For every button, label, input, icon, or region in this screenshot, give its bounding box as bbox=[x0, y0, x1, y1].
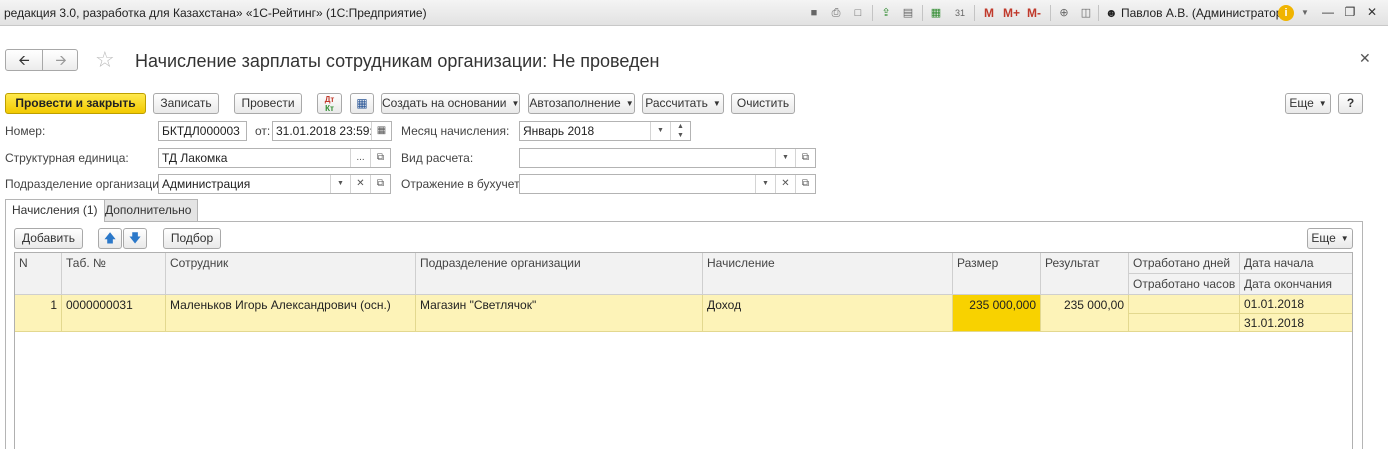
tab-additional[interactable]: Дополнительно bbox=[98, 199, 199, 221]
table-row-accrual[interactable]: Доход bbox=[703, 295, 953, 332]
table-row-department[interactable]: Магазин "Светлячок" bbox=[416, 295, 703, 332]
move-down-icon[interactable]: 🡇 bbox=[123, 228, 147, 249]
memory-subtract-button[interactable]: M- bbox=[1027, 5, 1041, 21]
current-user[interactable]: ☻ Павлов А.В. (Администратор) bbox=[1105, 6, 1286, 20]
info-icon[interactable]: i bbox=[1278, 5, 1294, 21]
number-field[interactable]: БКТДЛ000003 bbox=[158, 121, 247, 141]
structure-icon[interactable]: ▦ bbox=[350, 93, 374, 114]
calendar-icon[interactable]: ▦ bbox=[371, 122, 391, 140]
table-row-tab-no[interactable]: 0000000031 bbox=[62, 295, 166, 332]
upload-icon[interactable]: ⇪ bbox=[878, 5, 894, 21]
navigation-buttons: 🡨 🡪 bbox=[5, 49, 78, 71]
column-header-n[interactable]: N bbox=[15, 253, 62, 295]
more-button[interactable]: Еще ▼ bbox=[1285, 93, 1331, 114]
post-and-close-button[interactable]: Провести и закрыть bbox=[5, 93, 146, 114]
calc-type-field[interactable]: ▼ ⧉ bbox=[519, 148, 816, 168]
preview-icon[interactable]: □ bbox=[850, 5, 866, 21]
add-row-button[interactable]: Добавить bbox=[14, 228, 83, 249]
chevron-down-icon[interactable]: ▼ bbox=[775, 149, 795, 167]
date-label: от: bbox=[255, 124, 271, 138]
window-titlebar: редакция 3.0, разработка для Казахстана»… bbox=[0, 0, 1388, 26]
column-header-department[interactable]: Подразделение организации bbox=[416, 253, 703, 295]
month-label: Месяц начисления: bbox=[401, 124, 510, 138]
table-row-n[interactable]: 1 bbox=[15, 295, 62, 332]
close-window-icon[interactable]: ✕ bbox=[1364, 4, 1380, 20]
column-header-end-date[interactable]: Дата окончания bbox=[1240, 274, 1352, 295]
page-title: Начисление зарплаты сотрудникам организа… bbox=[135, 51, 660, 71]
favorite-star-icon[interactable]: ☆ bbox=[95, 48, 115, 72]
column-header-size[interactable]: Размер bbox=[953, 253, 1041, 295]
clear-icon[interactable]: ✕ bbox=[775, 175, 795, 193]
date-field[interactable]: 31.01.2018 23:59:59 ▦ bbox=[272, 121, 392, 141]
minimize-icon[interactable]: — bbox=[1320, 4, 1336, 20]
forward-arrow-icon[interactable]: 🡪 bbox=[43, 52, 79, 68]
department-field[interactable]: Администрация ▼ ✕ ⧉ bbox=[158, 174, 391, 194]
move-up-icon[interactable]: 🡅 bbox=[98, 228, 122, 249]
panels-icon[interactable]: ◫ bbox=[1078, 5, 1094, 21]
open-icon[interactable]: ⧉ bbox=[370, 175, 390, 193]
accruals-table[interactable]: N Таб. № Сотрудник Подразделение организ… bbox=[14, 252, 1353, 449]
column-header-days-worked[interactable]: Отработано дней bbox=[1129, 253, 1240, 274]
column-header-result[interactable]: Результат bbox=[1041, 253, 1129, 295]
tab-accruals[interactable]: Начисления (1) bbox=[5, 199, 105, 222]
calendar-icon[interactable]: 31 bbox=[952, 5, 968, 21]
open-icon[interactable]: ⧉ bbox=[795, 175, 815, 193]
app-title: редакция 3.0, разработка для Казахстана»… bbox=[4, 6, 427, 20]
accounting-label: Отражение в бухучете: bbox=[401, 177, 530, 191]
help-button[interactable]: ? bbox=[1338, 93, 1363, 114]
column-header-start-date[interactable]: Дата начала bbox=[1240, 253, 1352, 274]
unit-label: Структурная единица: bbox=[5, 151, 129, 165]
column-header-hours-worked[interactable]: Отработано часов bbox=[1129, 274, 1240, 295]
calc-type-label: Вид расчета: bbox=[401, 151, 474, 165]
restore-icon[interactable]: ❐ bbox=[1342, 4, 1358, 20]
month-stepper[interactable]: ▲ ▼ bbox=[670, 122, 690, 140]
calculator-icon[interactable]: ▦ bbox=[928, 5, 944, 21]
open-icon[interactable]: ⧉ bbox=[795, 149, 815, 167]
clear-icon[interactable]: ✕ bbox=[350, 175, 370, 193]
memory-add-button[interactable]: M+ bbox=[1003, 5, 1020, 21]
table-row-days-worked[interactable] bbox=[1129, 295, 1240, 314]
column-header-employee[interactable]: Сотрудник bbox=[166, 253, 416, 295]
create-based-button[interactable]: Создать на основании ▼ bbox=[381, 93, 520, 114]
number-label: Номер: bbox=[5, 124, 46, 138]
select-button[interactable]: ... bbox=[350, 149, 370, 167]
save-button[interactable]: Записать bbox=[153, 93, 219, 114]
department-label: Подразделение организации: bbox=[5, 177, 170, 191]
column-header-tab-no[interactable]: Таб. № bbox=[62, 253, 166, 295]
autofill-button[interactable]: Автозаполнение ▼ bbox=[528, 93, 635, 114]
pick-button[interactable]: Подбор bbox=[163, 228, 221, 249]
table-row-start-date[interactable]: 01.01.2018 bbox=[1240, 295, 1352, 314]
post-button[interactable]: Провести bbox=[234, 93, 302, 114]
save-icon[interactable]: ■ bbox=[806, 5, 822, 21]
dt-kt-icon[interactable]: Дт Кт bbox=[317, 93, 342, 114]
close-form-icon[interactable]: ✕ bbox=[1359, 50, 1371, 67]
table-more-button[interactable]: Еще ▼ bbox=[1307, 228, 1353, 249]
accounting-field[interactable]: ▼ ✕ ⧉ bbox=[519, 174, 816, 194]
zoom-icon[interactable]: ⊕ bbox=[1056, 5, 1072, 21]
table-row-hours-worked[interactable] bbox=[1129, 314, 1240, 332]
scan-icon[interactable]: ▤ bbox=[900, 5, 916, 21]
column-header-accrual[interactable]: Начисление bbox=[703, 253, 953, 295]
table-row-result[interactable]: 235 000,00 bbox=[1041, 295, 1129, 332]
memory-button[interactable]: M bbox=[984, 5, 994, 21]
table-row-end-date[interactable]: 31.01.2018 bbox=[1240, 314, 1352, 332]
chevron-down-icon[interactable]: ▼ bbox=[1297, 5, 1313, 21]
chevron-down-icon[interactable]: ▼ bbox=[755, 175, 775, 193]
clear-button[interactable]: Очистить bbox=[731, 93, 795, 114]
chevron-down-icon[interactable]: ▼ bbox=[330, 175, 350, 193]
chevron-down-icon[interactable]: ▼ bbox=[650, 122, 670, 140]
month-field[interactable]: Январь 2018 ▼ ▲ ▼ bbox=[519, 121, 691, 141]
unit-field[interactable]: ТД Лакомка ... ⧉ bbox=[158, 148, 391, 168]
user-name: Павлов А.В. (Администратор) bbox=[1120, 6, 1287, 20]
open-icon[interactable]: ⧉ bbox=[370, 149, 390, 167]
calculate-button[interactable]: Рассчитать ▼ bbox=[642, 93, 724, 114]
table-row-size[interactable]: 235 000,000 bbox=[953, 295, 1041, 332]
print-icon[interactable]: ⎙ bbox=[828, 5, 844, 21]
back-arrow-icon[interactable]: 🡨 bbox=[6, 52, 42, 68]
table-row-employee[interactable]: Маленьков Игорь Александрович (осн.) bbox=[166, 295, 416, 332]
